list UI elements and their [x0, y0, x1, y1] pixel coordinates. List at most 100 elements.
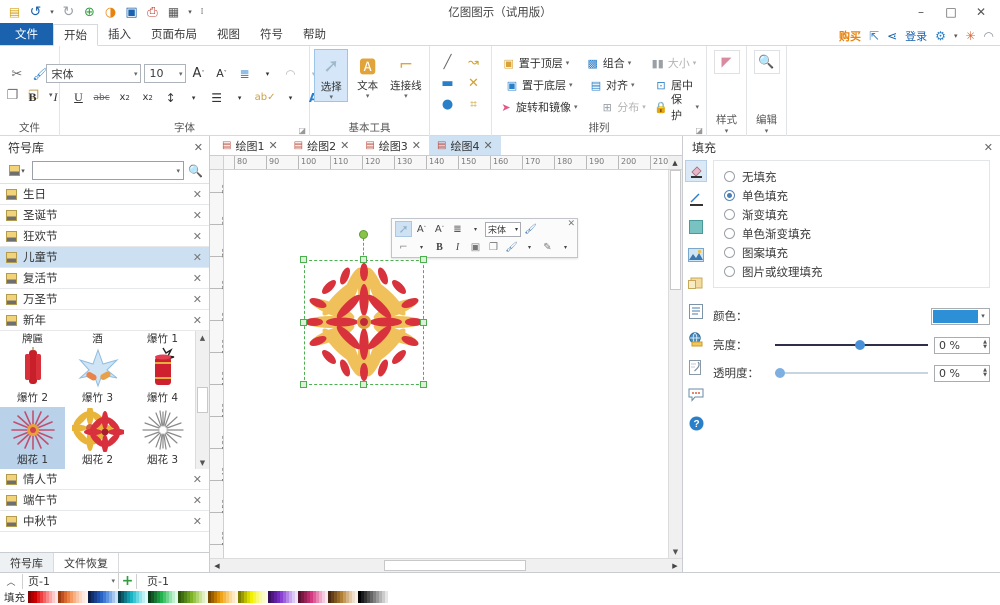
fill-option-pattern[interactable]: 图案填充	[724, 243, 979, 262]
print-icon[interactable]: ⎙	[144, 4, 161, 21]
symbol-category-mid-autumn[interactable]: 中秋节 ✕	[0, 511, 209, 532]
canvas-scroll-up-icon[interactable]: ▲	[668, 156, 682, 170]
fill-icon[interactable]: ▣	[467, 239, 484, 255]
symbol-category-carnival[interactable]: 狂欢节 ✕	[0, 226, 209, 247]
style-caret-icon[interactable]: ▾	[707, 128, 746, 136]
superscript-icon[interactable]: x2	[138, 88, 158, 107]
canvas-vertical-scrollbar[interactable]: ▼	[668, 170, 682, 558]
web-icon[interactable]	[685, 328, 707, 350]
category-close-icon[interactable]: ✕	[193, 188, 202, 201]
redo-icon[interactable]: ↻	[60, 4, 77, 21]
fill-option-gradient[interactable]: 渐变填充	[724, 205, 979, 224]
color-palette[interactable]	[28, 591, 388, 603]
qat-dropdown-icon[interactable]: ▾	[186, 4, 194, 21]
curve-shape-icon[interactable]: ↝	[464, 53, 484, 72]
ellipse-shape-icon[interactable]: ●	[438, 95, 458, 114]
symbol-grid-scrollbar[interactable]: ▲ ▼	[195, 331, 209, 469]
page-tab-1[interactable]: 页-1	[136, 574, 179, 589]
text-align-caret-icon[interactable]: ▾	[258, 64, 278, 83]
apps-icon[interactable]: ✳	[965, 29, 975, 43]
symbol-item[interactable]: 酒	[65, 331, 130, 345]
scroll-thumb[interactable]	[197, 387, 208, 413]
menu-tab-page-layout[interactable]: 页面布局	[141, 23, 207, 45]
document-icon[interactable]	[685, 300, 707, 322]
tab-symbol-library[interactable]: 符号库	[0, 553, 54, 572]
save-icon[interactable]: ▣	[123, 4, 140, 21]
bold-icon[interactable]: B	[431, 239, 448, 255]
document-tab-close-icon[interactable]: ✕	[483, 139, 492, 152]
symbol-category-new-year[interactable]: 新年 ✕	[0, 310, 209, 331]
undo-icon[interactable]: ↺	[27, 4, 44, 21]
text-align-icon[interactable]: ≣	[449, 221, 466, 237]
app-menu-icon[interactable]: ▤	[6, 4, 23, 21]
bring-to-front-button[interactable]: ▣ 置于顶层 ▾	[499, 53, 583, 74]
fill-option-solid[interactable]: 单色填充	[724, 186, 979, 205]
duplicate-icon[interactable]: ❐	[485, 239, 502, 255]
line-style-icon[interactable]: ✎	[539, 239, 556, 255]
line-shape-icon[interactable]: ╱	[438, 53, 458, 72]
font-dialog-launcher-icon[interactable]: ◪	[298, 126, 306, 135]
document-tab-1[interactable]: ▤ 绘图1 ✕	[214, 136, 286, 155]
scroll-left-icon[interactable]: ◀	[210, 559, 224, 572]
symbol-item-firework-2[interactable]: 烟花 2	[65, 407, 130, 469]
symbol-search-input[interactable]: ▾	[32, 161, 184, 180]
connector-caret-icon[interactable]: ▾	[413, 239, 430, 255]
vertical-scroll-thumb[interactable]	[670, 170, 681, 290]
tab-file-recovery[interactable]: 文件恢复	[54, 553, 119, 572]
menu-tab-home[interactable]: 开始	[53, 24, 98, 46]
help-icon[interactable]: ?	[685, 412, 707, 434]
search-icon[interactable]: 🔍	[188, 164, 203, 178]
scroll-down-icon[interactable]: ▼	[196, 456, 209, 469]
size-caret-icon[interactable]: ▾	[693, 59, 697, 67]
send-to-back-button[interactable]: ▣ 置于底层 ▾	[502, 75, 586, 96]
category-close-icon[interactable]: ✕	[193, 209, 202, 222]
gear-caret-icon[interactable]: ▾	[954, 32, 958, 40]
crop-shape-icon[interactable]: ⌗	[464, 95, 484, 114]
grow-font-icon[interactable]: A˄	[189, 64, 209, 83]
horizontal-scroll-thumb[interactable]	[384, 560, 526, 571]
symbol-category-childrens-day[interactable]: 儿童节 ✕	[0, 247, 209, 268]
menu-tab-symbol[interactable]: 符号	[250, 23, 293, 45]
category-close-icon[interactable]: ✕	[193, 272, 202, 285]
italic-icon[interactable]: I	[449, 239, 466, 255]
fill-color-icon[interactable]: 🖌	[503, 239, 520, 255]
symbol-item-firework-3[interactable]: 烟花 3	[130, 407, 195, 469]
document-tab-2[interactable]: ▤ 绘图2 ✕	[286, 136, 358, 155]
edit-caret-icon[interactable]: ▾	[747, 128, 786, 136]
selected-shape-wrapper[interactable]	[304, 260, 424, 385]
fill-color-swatch[interactable]: ▾	[931, 308, 990, 325]
buy-button[interactable]: 购买	[839, 28, 861, 44]
align-button[interactable]: ▤ 对齐 ▾	[586, 75, 651, 96]
select-tool[interactable]: ➚ 选择 ▾	[314, 49, 348, 102]
share-icon[interactable]: ⇱	[869, 29, 879, 43]
symbol-category-dragon-boat[interactable]: 端午节 ✕	[0, 490, 209, 511]
add-page-button[interactable]: +	[118, 573, 136, 589]
brightness-input[interactable]: 0 % ▲▼	[934, 337, 990, 354]
strikethrough-icon[interactable]: abc	[91, 88, 111, 107]
bring-to-front-caret-icon[interactable]: ▾	[566, 59, 570, 67]
bullets-caret-icon[interactable]: ▾	[230, 88, 250, 107]
document-tab-close-icon[interactable]: ✕	[412, 139, 421, 152]
symbol-category-easter[interactable]: 复活节 ✕	[0, 268, 209, 289]
align-caret-icon[interactable]: ▾	[631, 81, 635, 89]
category-close-icon[interactable]: ✕	[193, 230, 202, 243]
bullets-icon[interactable]: ☰	[207, 88, 227, 107]
preview-icon[interactable]: ▦	[165, 4, 182, 21]
opacity-slider[interactable]	[775, 365, 928, 381]
social-share-icon[interactable]: ⋖	[887, 29, 897, 43]
category-close-icon[interactable]: ✕	[193, 251, 202, 264]
fill-panel-close-icon[interactable]: ✕	[984, 141, 993, 154]
size-button[interactable]: ▮▮ 大小 ▾	[648, 53, 700, 74]
symbol-category-birthday[interactable]: 生日 ✕	[0, 184, 209, 205]
resize-handle-s[interactable]	[360, 381, 367, 388]
text-tool-caret-icon[interactable]: ▾	[366, 93, 370, 100]
rotate-flip-caret-icon[interactable]: ▾	[574, 103, 578, 111]
brightness-slider-thumb[interactable]	[855, 340, 865, 350]
distribute-button[interactable]: ⊞ 分布 ▾	[597, 97, 651, 118]
shrink-font-icon[interactable]: A˅	[212, 64, 232, 83]
fill-option-none[interactable]: 无填充	[724, 167, 979, 186]
drawing-canvas[interactable]: ✕ ➚ A˄ A˅ ≣ ▾ 宋体 ▾ 🖌	[224, 170, 668, 558]
new-icon[interactable]: ⊕	[81, 4, 98, 21]
line-spacing-caret-icon[interactable]: ▾	[184, 88, 204, 107]
menu-tab-insert[interactable]: 插入	[98, 23, 141, 45]
